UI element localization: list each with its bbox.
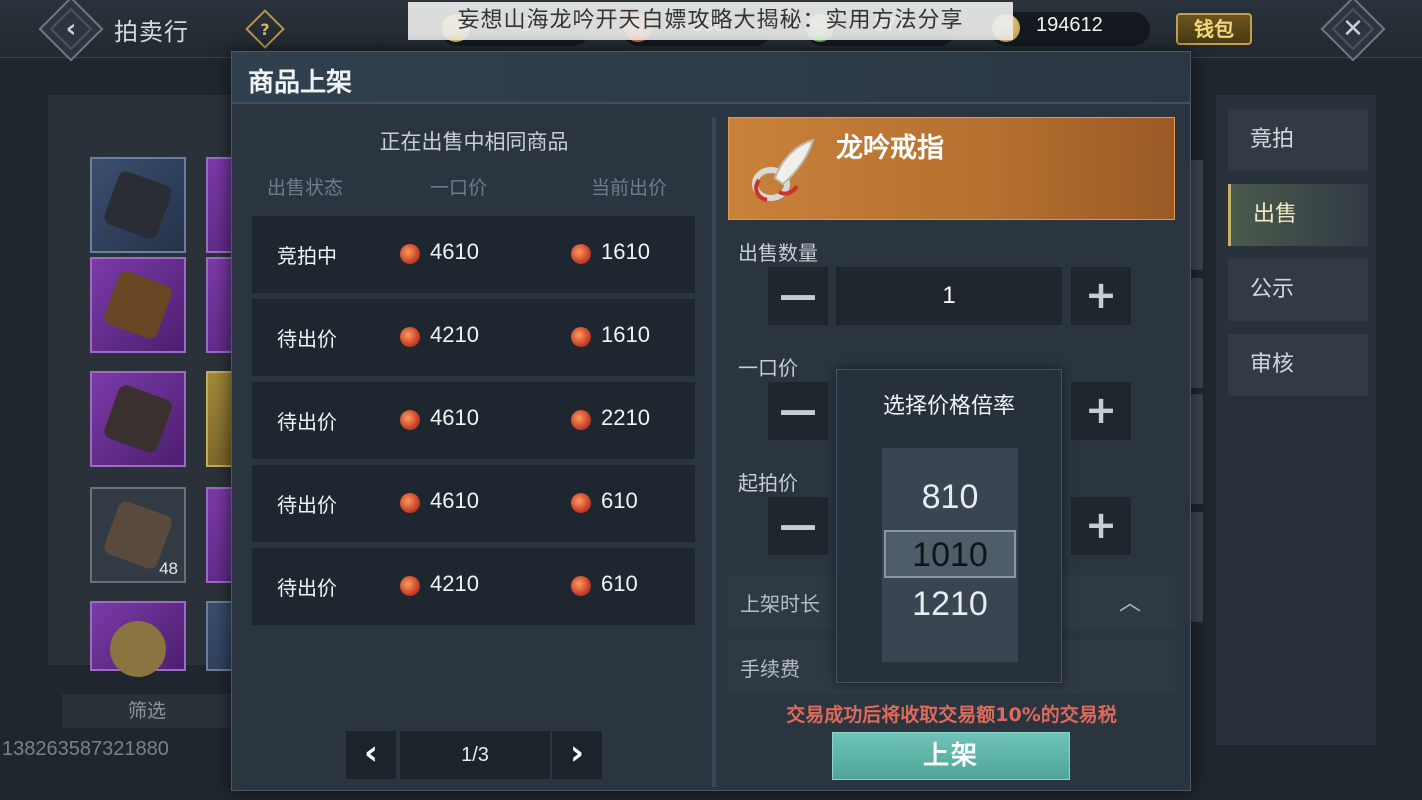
submit-listing-button[interactable]: 上架 [832, 732, 1070, 780]
picker-option[interactable]: 1210 [882, 585, 1018, 624]
picker-title: 选择价格倍率 [882, 394, 1015, 419]
dialog-title: 商品上架 [248, 68, 353, 98]
dialog-divider [712, 117, 716, 787]
tab-notice[interactable]: 公示 [1228, 259, 1368, 321]
coin-icon [571, 576, 591, 596]
item-name: 龙吟戒指 [836, 133, 944, 164]
row-current: 610 [601, 488, 638, 513]
table-row[interactable]: 待出价 4610 2210 [252, 382, 695, 459]
quantity-minus-button[interactable]: — [768, 267, 828, 325]
top-bar: ‹ 拍卖行 ? 0 358 377 194612 钱包 ✕ 妄想山海龙吟开天白嫖… [0, 0, 1422, 62]
quantity-field[interactable]: 1 [836, 267, 1062, 325]
inventory-slot[interactable]: 48 [90, 487, 186, 583]
row-buyout: 4610 [430, 405, 479, 430]
back-button[interactable]: ‹ [38, 0, 104, 62]
buyout-minus-button[interactable]: — [768, 382, 828, 440]
row-buyout: 4210 [430, 571, 479, 596]
back-arrow-icon: ‹ [65, 14, 77, 44]
row-status: 待出价 [277, 493, 337, 517]
row-status: 待出价 [277, 327, 337, 351]
user-id: 138263587321880 [2, 738, 169, 760]
picker-options: 810 1010 1210 [882, 448, 1018, 662]
row-current: 1610 [601, 239, 650, 264]
table-row[interactable]: 待出价 4210 610 [252, 548, 695, 625]
close-icon: ✕ [1342, 14, 1364, 44]
start-price-plus-button[interactable]: + [1071, 497, 1131, 555]
table-row[interactable]: 竞拍中 4610 1610 [252, 216, 695, 293]
column-header-buyout: 一口价 [430, 177, 488, 199]
prev-page-button[interactable]: ‹ [346, 731, 396, 779]
tax-note: 交易成功后将收取交易额10%的交易税 [786, 704, 1117, 726]
currency-value-ingot: 194612 [1036, 14, 1103, 36]
coin-icon [571, 327, 591, 347]
stack-count: 48 [159, 559, 178, 578]
quantity-label: 出售数量 [738, 241, 818, 265]
start-price-minus-button[interactable]: — [768, 497, 828, 555]
item-banner: 龙吟戒指 [728, 117, 1175, 220]
price-rate-picker: 选择价格倍率 810 1010 1210 [836, 369, 1062, 683]
row-status: 待出价 [277, 410, 337, 434]
caption-overlay: 妄想山海龙吟开天白嫖攻略大揭秘：实用方法分享 [408, 2, 1013, 40]
coin-icon [400, 327, 420, 347]
ring-icon [752, 138, 815, 202]
coin-icon [400, 410, 420, 430]
buyout-label: 一口价 [738, 356, 798, 380]
coin-icon [571, 244, 591, 264]
column-header-current: 当前出价 [591, 177, 668, 199]
help-icon[interactable]: ? [245, 9, 285, 49]
coin-icon [400, 244, 420, 264]
column-header-status: 出售状态 [267, 177, 344, 199]
close-button[interactable]: ✕ [1320, 0, 1386, 62]
row-current: 1610 [601, 322, 650, 347]
duration-label: 上架时长 [740, 592, 820, 616]
chevron-up-icon: ︿ [1118, 591, 1141, 616]
side-tab-bar: 竟拍 出售 公示 审核 [1216, 95, 1376, 745]
next-page-button[interactable]: › [552, 731, 602, 779]
table-row[interactable]: 待出价 4610 610 [252, 465, 695, 542]
row-buyout: 4610 [430, 239, 479, 264]
page-indicator: 1/3 [400, 731, 550, 779]
row-current: 610 [601, 571, 638, 596]
row-buyout: 4610 [430, 488, 479, 513]
wallet-button[interactable]: 钱包 [1176, 13, 1252, 45]
inventory-slot[interactable] [90, 257, 186, 353]
row-buyout: 4210 [430, 322, 479, 347]
page-title: 拍卖行 [114, 18, 189, 46]
coin-icon [571, 493, 591, 513]
tab-review[interactable]: 审核 [1228, 334, 1368, 396]
coin-icon [571, 410, 591, 430]
inventory-slot[interactable] [90, 371, 186, 467]
coin-icon [400, 576, 420, 596]
row-current: 2210 [601, 405, 650, 430]
quantity-plus-button[interactable]: + [1071, 267, 1131, 325]
inventory-slot[interactable] [90, 601, 186, 685]
filter-button[interactable]: 筛选 [62, 694, 232, 728]
row-status: 竞拍中 [277, 244, 337, 268]
picker-option[interactable]: 810 [882, 478, 1018, 517]
dialog-header: 商品上架 [232, 52, 1190, 104]
picker-option-selected[interactable]: 1010 [884, 530, 1016, 578]
table-row[interactable]: 待出价 4210 1610 [252, 299, 695, 376]
tab-bidding[interactable]: 竟拍 [1228, 109, 1368, 171]
row-status: 待出价 [277, 576, 337, 600]
buyout-plus-button[interactable]: + [1071, 382, 1131, 440]
inventory-panel: 48 [48, 95, 302, 685]
tab-sell[interactable]: 出售 [1228, 184, 1368, 246]
start-price-label: 起拍价 [738, 471, 798, 495]
fee-label: 手续费 [740, 657, 800, 681]
same-items-title: 正在出售中相同商品 [379, 130, 569, 154]
inventory-slot[interactable] [90, 157, 186, 253]
coin-icon [400, 493, 420, 513]
